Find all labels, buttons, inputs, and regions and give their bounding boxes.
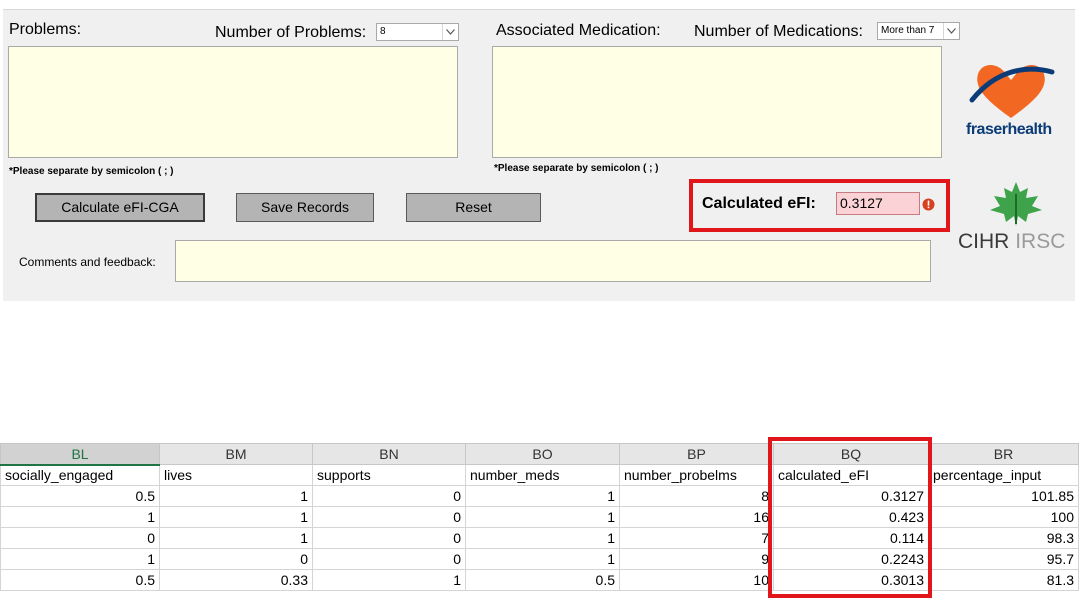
table-cell[interactable]: 1 [465, 506, 620, 528]
table-cell[interactable]: 0 [312, 527, 466, 549]
chevron-down-icon [943, 23, 959, 39]
column-header-bp[interactable]: BP [619, 443, 774, 465]
table-cell[interactable]: 1 [0, 548, 160, 570]
efi-label: Calculated eFI: [702, 195, 816, 212]
brand-fraser: fraser [966, 121, 1008, 138]
problems-textarea[interactable] [8, 46, 458, 158]
table-cell[interactable]: 1 [0, 506, 160, 528]
table-cell[interactable]: 16 [619, 506, 774, 528]
medication-label: Associated Medication: [496, 22, 661, 39]
table-cell[interactable]: 0 [312, 548, 466, 570]
comments-label: Comments and feedback: [19, 255, 156, 269]
table-cell[interactable]: 81.3 [928, 569, 1079, 591]
num-medications-label: Number of Medications: [694, 23, 863, 40]
header-cell[interactable]: lives [159, 464, 313, 486]
brand-irsc: IRSC [1015, 230, 1066, 253]
table-cell[interactable]: 1 [159, 485, 313, 507]
column-header-bn[interactable]: BN [312, 443, 466, 465]
save-records-button[interactable]: Save Records [236, 193, 374, 222]
comments-input[interactable] [175, 240, 931, 282]
table-cell[interactable]: 0.5 [465, 569, 620, 591]
table-cell[interactable]: 10 [619, 569, 774, 591]
problems-label: Problems: [9, 21, 82, 38]
table-cell[interactable]: 1 [465, 485, 620, 507]
column-header-bm[interactable]: BM [159, 443, 313, 465]
num-problems-value: 8 [380, 26, 386, 37]
num-problems-select[interactable]: 8 [376, 23, 459, 41]
table-cell[interactable]: 1 [159, 506, 313, 528]
medication-note: *Please separate by semicolon ( ; ) [494, 163, 659, 174]
cihr-irsc-logo: CIHR IRSC [958, 180, 1068, 254]
num-medications-value: More than 7 [881, 25, 935, 36]
header-cell[interactable]: supports [312, 464, 466, 486]
problems-note: *Please separate by semicolon ( ; ) [9, 166, 174, 177]
calculate-efi-button[interactable]: Calculate eFI-CGA [35, 193, 205, 222]
header-cell[interactable]: socially_engaged [0, 464, 160, 486]
medication-textarea[interactable] [492, 46, 942, 158]
table-cell[interactable]: 0 [0, 527, 160, 549]
table-cell[interactable]: 8 [619, 485, 774, 507]
brand-health: health [1007, 121, 1052, 138]
column-header-br[interactable]: BR [928, 443, 1079, 465]
num-problems-label: Number of Problems: [215, 24, 367, 41]
table-cell[interactable]: 1 [465, 527, 620, 549]
table-cell[interactable]: 7 [619, 527, 774, 549]
table-cell[interactable]: 98.3 [928, 527, 1079, 549]
heart-logo-icon [969, 65, 1055, 118]
fraser-health-logo: fraserhealth [966, 60, 1056, 146]
column-header-bo[interactable]: BO [465, 443, 620, 465]
table-cell[interactable]: 95.7 [928, 548, 1079, 570]
brand-cihr: CIHR [958, 230, 1010, 253]
maple-leaf-icon [990, 182, 1042, 226]
table-cell[interactable]: 0 [312, 485, 466, 507]
header-cell[interactable]: percentage_input [928, 464, 1079, 486]
table-cell[interactable]: 0.5 [0, 485, 160, 507]
chevron-down-icon [442, 24, 458, 40]
column-header-bl[interactable]: BL [0, 443, 160, 466]
efi-value-field[interactable]: 0.3127 [836, 192, 920, 215]
table-cell[interactable]: 9 [619, 548, 774, 570]
table-cell[interactable]: 101.85 [928, 485, 1079, 507]
table-cell[interactable]: 1 [312, 569, 466, 591]
efi-column-highlight-box [768, 437, 932, 598]
reset-button[interactable]: Reset [406, 193, 541, 222]
table-cell[interactable]: 0.5 [0, 569, 160, 591]
error-icon [922, 198, 935, 216]
header-cell[interactable]: number_meds [465, 464, 620, 486]
table-cell[interactable]: 0.33 [159, 569, 313, 591]
table-cell[interactable]: 1 [159, 527, 313, 549]
table-cell[interactable]: 0 [312, 506, 466, 528]
table-cell[interactable]: 0 [159, 548, 313, 570]
header-cell[interactable]: number_probelms [619, 464, 774, 486]
table-cell[interactable]: 1 [465, 548, 620, 570]
num-medications-select[interactable]: More than 7 [877, 22, 960, 40]
table-cell[interactable]: 100 [928, 506, 1079, 528]
